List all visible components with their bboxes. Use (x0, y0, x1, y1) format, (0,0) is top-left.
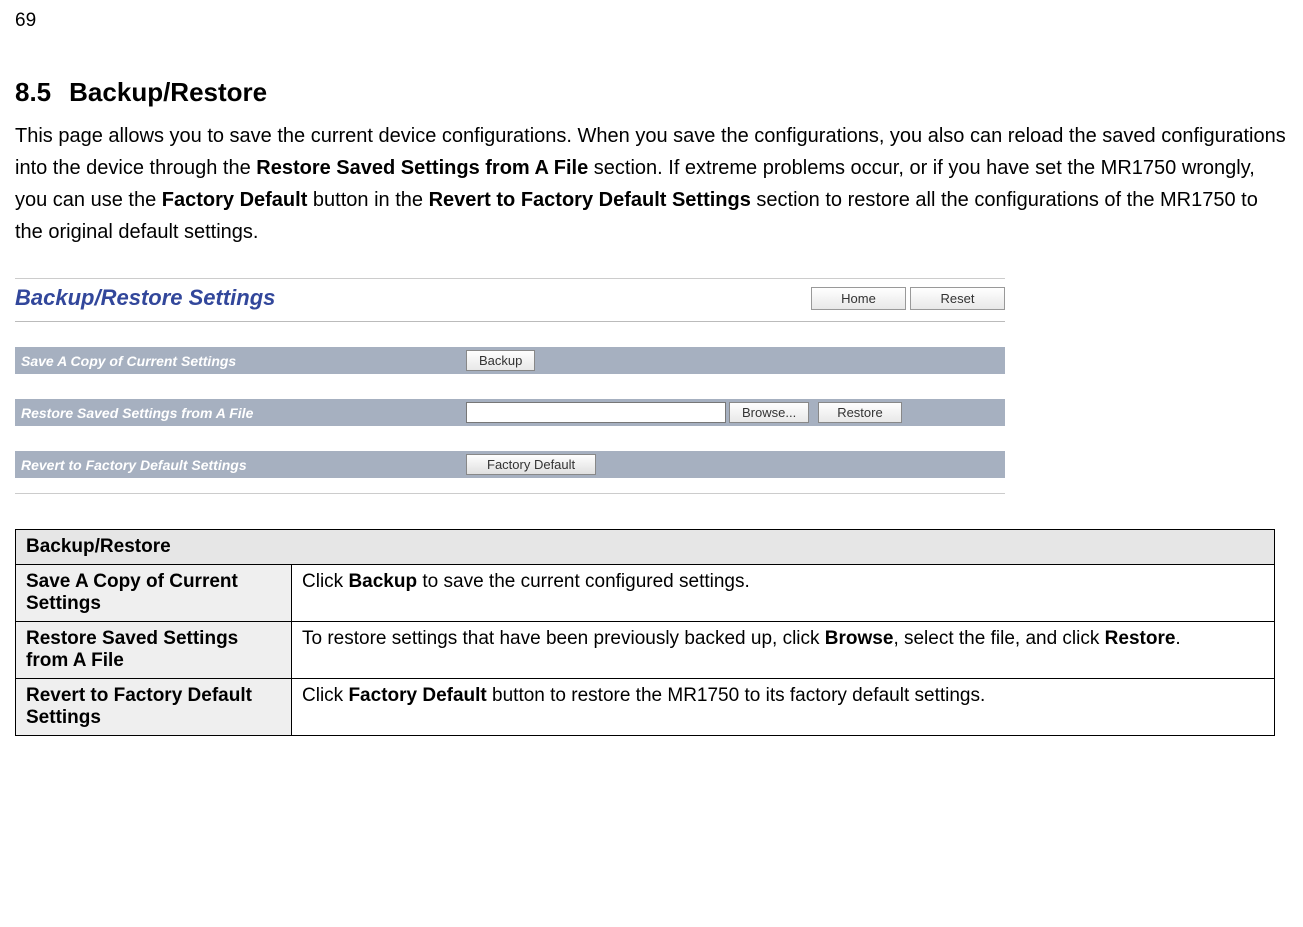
description-table: Backup/Restore Save A Copy of Current Se… (15, 529, 1275, 736)
ui-panel-title: Backup/Restore Settings (15, 285, 275, 311)
cell-text: , select the file, and click (893, 628, 1104, 649)
cell-bold: Backup (348, 571, 417, 592)
ui-row-restore: Restore Saved Settings from A File Brows… (15, 399, 1005, 426)
intro-text: button in the (307, 189, 428, 211)
heading-number: 8.5 (15, 77, 51, 107)
ui-header: Backup/Restore Settings Home Reset (15, 279, 1005, 322)
table-left-cell: Revert to Factory Default Settings (16, 679, 292, 736)
factory-default-button[interactable]: Factory Default (466, 454, 596, 475)
table-header: Backup/Restore (16, 530, 1275, 565)
ui-top-buttons: Home Reset (811, 287, 1005, 310)
table-left-cell: Save A Copy of Current Settings (16, 565, 292, 622)
home-button[interactable]: Home (811, 287, 906, 310)
cell-bold: Browse (825, 628, 894, 649)
cell-text: to save the current configured settings. (417, 571, 750, 592)
section-heading: 8.5 Backup/Restore (15, 77, 1288, 108)
reset-button[interactable]: Reset (910, 287, 1005, 310)
cell-text: button to restore the MR1750 to its fact… (487, 685, 986, 706)
table-right-cell: Click Backup to save the current configu… (292, 565, 1275, 622)
cell-bold: Factory Default (348, 685, 486, 706)
intro-bold-restore: Restore Saved Settings from A File (256, 157, 588, 179)
intro-bold-factory: Factory Default (162, 189, 308, 211)
table-row: Revert to Factory Default Settings Click… (16, 679, 1275, 736)
page-number: 69 (15, 10, 1288, 32)
table-left-cell: Restore Saved Settings from A File (16, 622, 292, 679)
cell-text: Click (302, 685, 348, 706)
cell-bold: Restore (1105, 628, 1176, 649)
table-right-cell: To restore settings that have been previ… (292, 622, 1275, 679)
backup-button[interactable]: Backup (466, 350, 535, 371)
ui-row-label: Restore Saved Settings from A File (21, 405, 466, 421)
table-row: Restore Saved Settings from A File To re… (16, 622, 1275, 679)
heading-title: Backup/Restore (69, 77, 267, 107)
ui-row-label: Save A Copy of Current Settings (21, 353, 466, 369)
ui-row-revert: Revert to Factory Default Settings Facto… (15, 451, 1005, 478)
cell-text: . (1175, 628, 1180, 649)
cell-text: Click (302, 571, 348, 592)
browse-button[interactable]: Browse... (729, 402, 809, 423)
intro-bold-revert: Revert to Factory Default Settings (429, 189, 751, 211)
ui-row-label: Revert to Factory Default Settings (21, 457, 466, 473)
ui-panel: Backup/Restore Settings Home Reset Save … (15, 278, 1005, 494)
table-row: Save A Copy of Current Settings Click Ba… (16, 565, 1275, 622)
intro-paragraph: This page allows you to save the current… (15, 120, 1288, 248)
restore-button[interactable]: Restore (818, 402, 902, 423)
ui-row-save-copy: Save A Copy of Current Settings Backup (15, 347, 1005, 374)
table-right-cell: Click Factory Default button to restore … (292, 679, 1275, 736)
file-path-input[interactable] (466, 402, 726, 423)
cell-text: To restore settings that have been previ… (302, 628, 825, 649)
